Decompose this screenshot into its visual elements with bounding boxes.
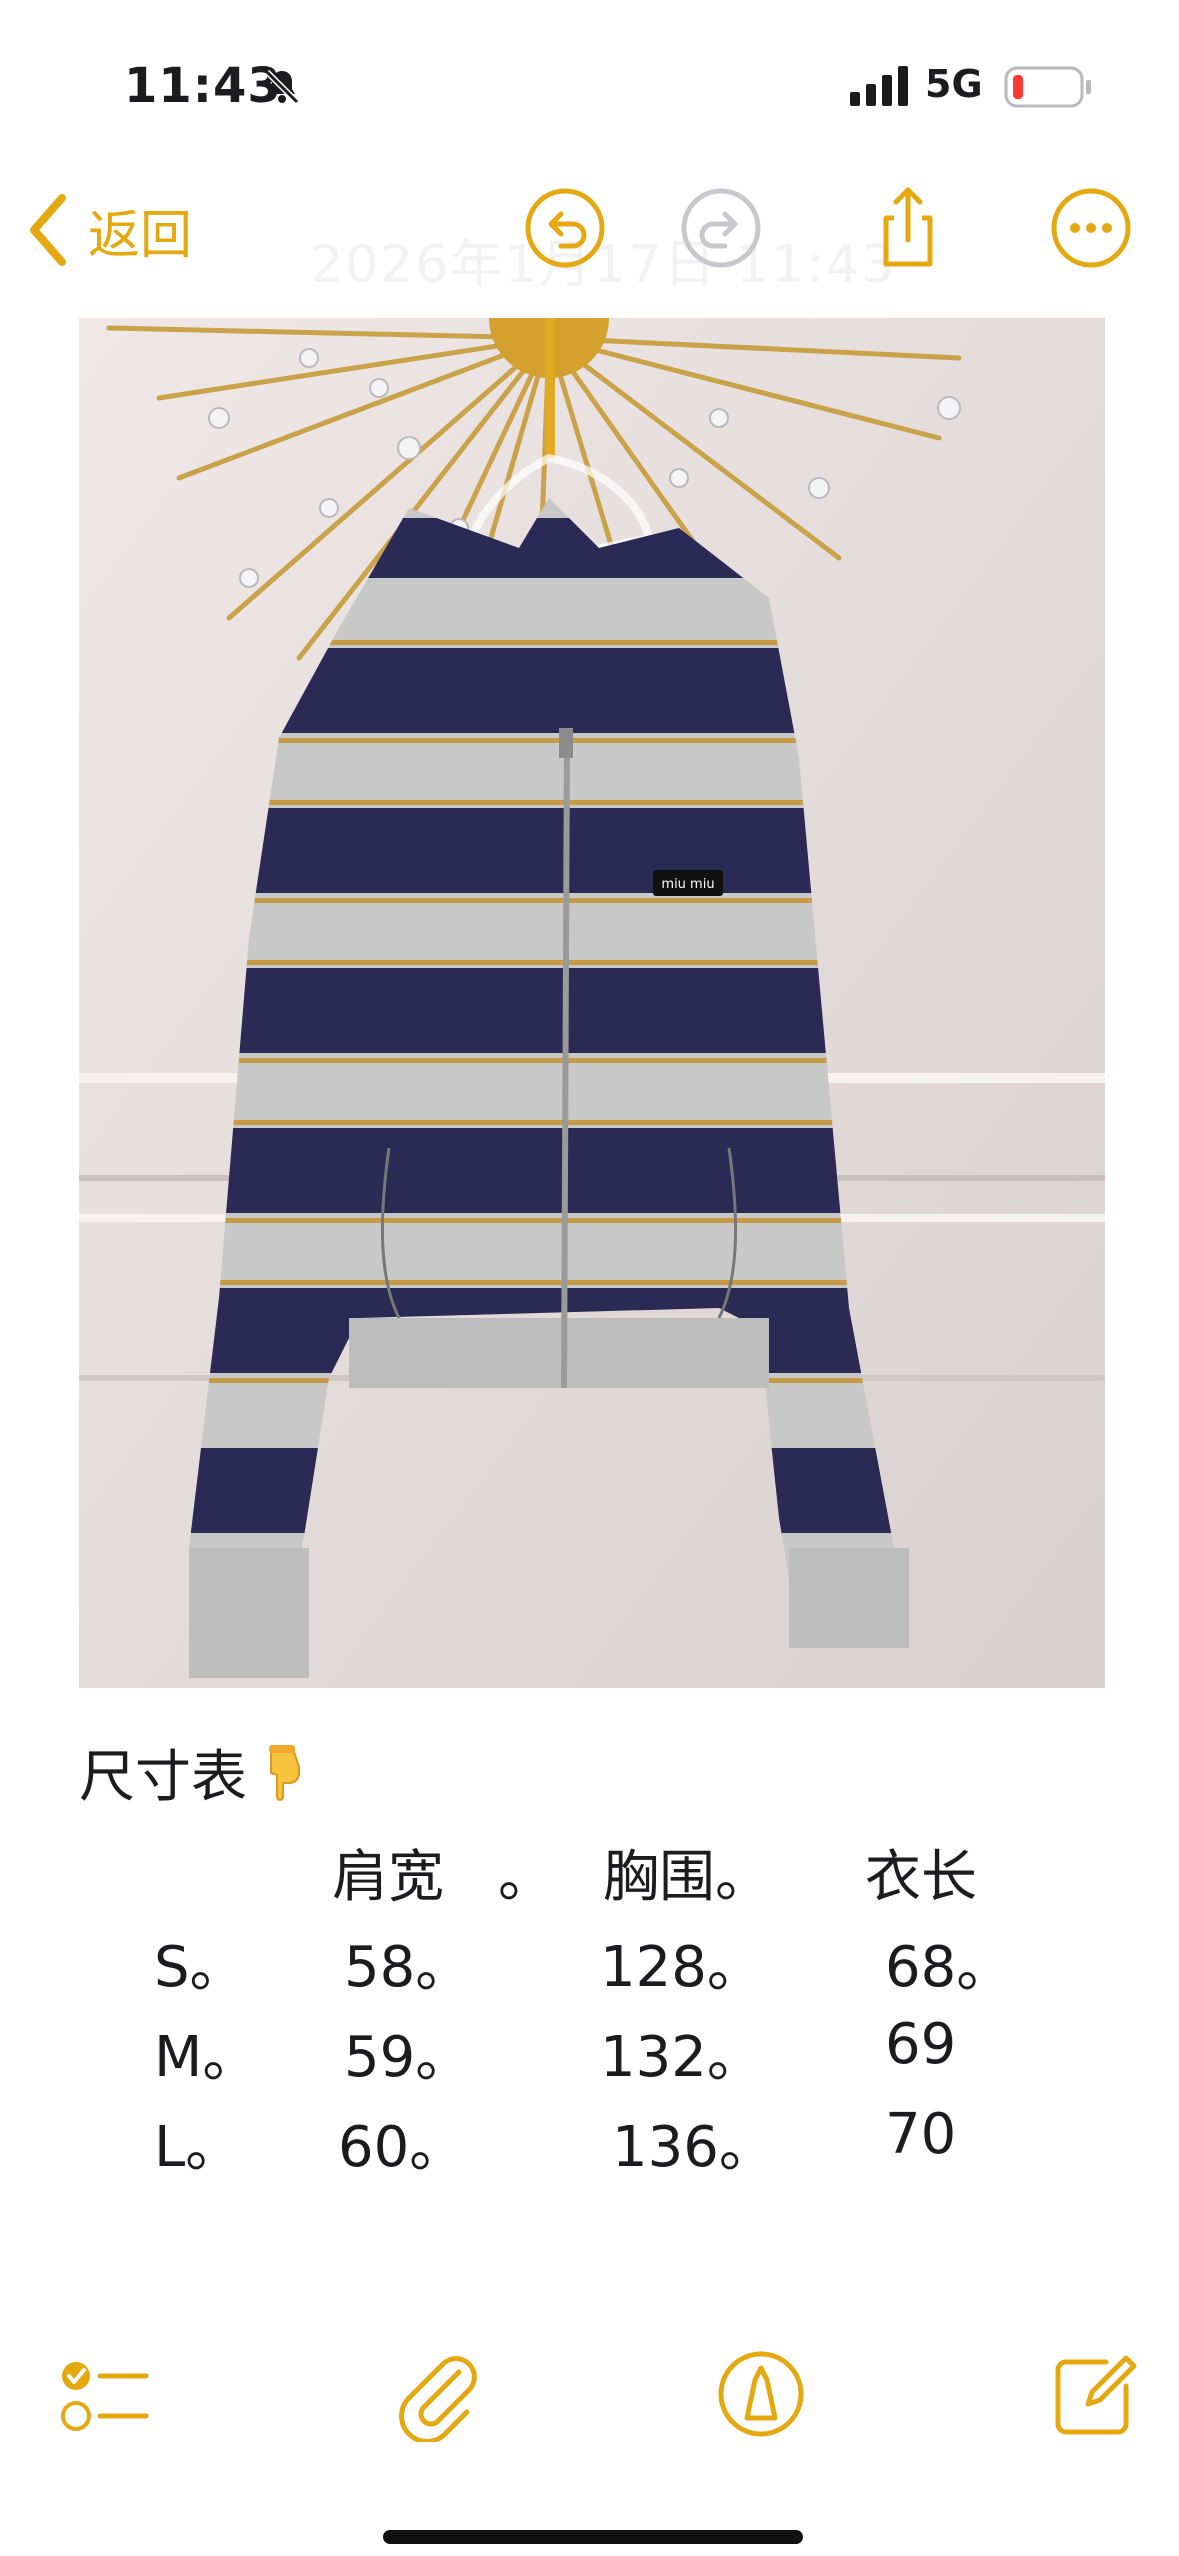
share-icon[interactable]	[864, 184, 952, 272]
chest-value: 136。	[612, 2115, 775, 2180]
back-label: 返回	[88, 205, 193, 266]
markup-pen-icon[interactable]	[713, 2346, 809, 2442]
compose-icon[interactable]	[1044, 2346, 1140, 2442]
chest-value: 132。	[600, 2025, 763, 2090]
note-image[interactable]: miu miu	[79, 318, 1105, 1688]
shoulder-value: 58。	[344, 1935, 472, 2000]
length-value: 68。	[885, 1935, 1013, 2000]
back-button[interactable]: 返回	[26, 190, 192, 270]
col-header-shoulder: 肩宽	[332, 1845, 444, 1910]
checklist-icon[interactable]	[54, 2346, 150, 2442]
status-bar: 11:43 5G	[0, 0, 1179, 150]
shoulder-value: 60。	[338, 2115, 466, 2180]
chevron-left-icon	[30, 194, 66, 266]
undo-icon[interactable]	[521, 184, 609, 272]
col-header-length: 衣长	[865, 1845, 977, 1910]
size-chart-heading: 尺寸表	[79, 1732, 313, 1813]
signal-icon	[850, 66, 908, 106]
pointing-down-icon	[269, 1744, 300, 1801]
redo-icon[interactable]	[677, 184, 765, 272]
bell-slash-icon	[264, 69, 300, 105]
size-label: M。	[154, 2025, 259, 2090]
col-header-sep: 。	[498, 1845, 554, 1910]
length-value: 69	[885, 2012, 957, 2077]
home-indicator[interactable]	[383, 2530, 803, 2544]
brand-tag: miu miu	[661, 877, 714, 892]
size-label: S。	[154, 1935, 246, 2000]
heading-text: 尺寸表	[79, 1745, 247, 1810]
status-time: 11:43	[124, 58, 282, 114]
battery-icon	[1004, 66, 1091, 108]
network-type: 5G	[925, 62, 983, 106]
navigation-bar: 2026年1月17日 11:43 返回	[0, 170, 1179, 295]
col-header-chest: 胸围。	[603, 1845, 771, 1910]
shoulder-value: 59。	[344, 2025, 472, 2090]
length-value: 70	[885, 2102, 957, 2167]
more-icon[interactable]	[1047, 184, 1135, 272]
chest-value: 128。	[600, 1935, 763, 2000]
paperclip-icon[interactable]	[389, 2346, 485, 2442]
striped-hoodie-photo: miu miu	[79, 318, 1105, 1688]
size-label: L。	[154, 2115, 242, 2180]
